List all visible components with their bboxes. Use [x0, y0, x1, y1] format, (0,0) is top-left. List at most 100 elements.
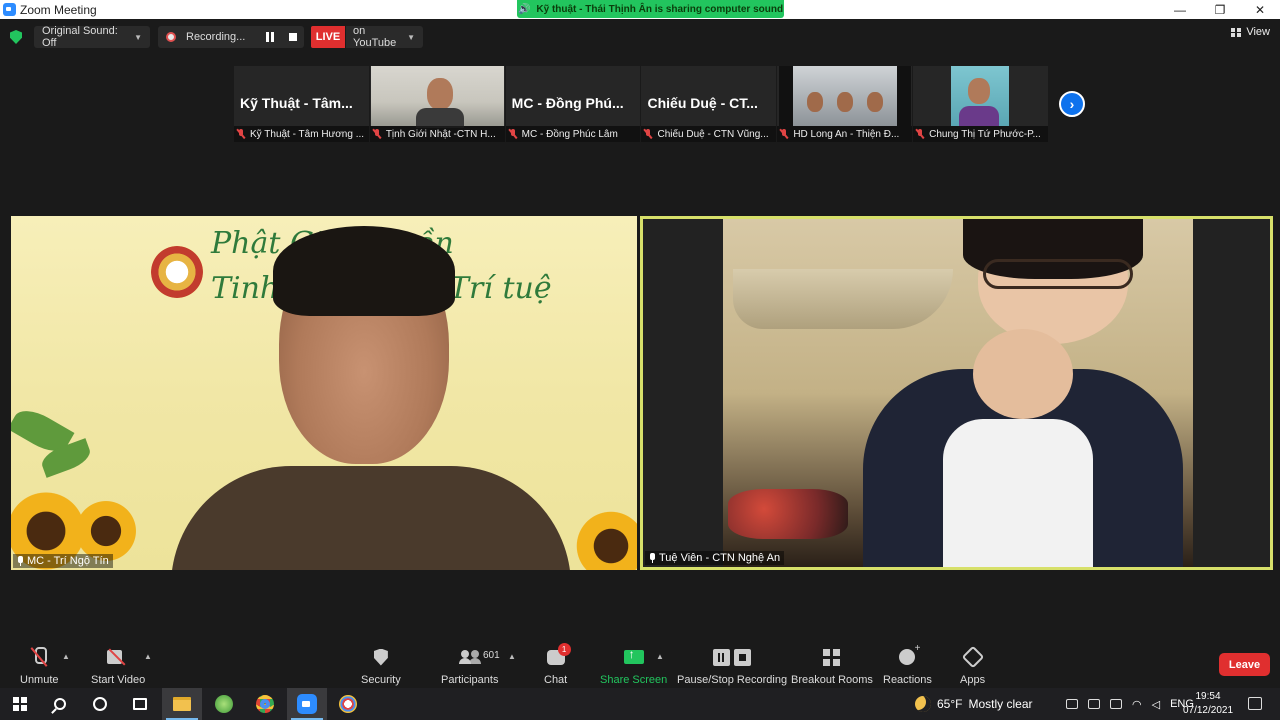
participant-caption-text: Chiếu Duệ - CTN Vũng... [657, 128, 769, 140]
sharing-sound-banner[interactable]: 🔊 Kỹ thuật - Thái Thịnh Ân is sharing co… [517, 0, 784, 18]
presenter-body [171, 466, 571, 570]
maximize-button[interactable]: ❐ [1200, 0, 1240, 19]
mic-muted-icon [32, 647, 48, 667]
participant-thumbnail[interactable]: Tịnh Giới Nhật -CTN H... [369, 66, 505, 142]
mic-muted-icon [373, 129, 381, 139]
weather-widget[interactable]: 65°F Mostly clear [915, 688, 1033, 720]
chevron-down-icon: ▼ [407, 32, 415, 42]
participants-button[interactable]: 601 Participants [441, 646, 500, 686]
original-sound-dropdown[interactable]: Original Sound: Off ▼ [34, 25, 150, 49]
window-controls: — ❐ ✕ [1160, 0, 1280, 19]
unmute-button[interactable]: Unmute [20, 646, 59, 686]
chevron-right-icon: › [1069, 96, 1075, 112]
share-screen-label: Share Screen [600, 674, 668, 686]
system-tray: ◠ ◁ ENG [1066, 688, 1194, 720]
video-options-chevron-icon[interactable]: ▲ [144, 652, 152, 661]
participant-video [370, 66, 504, 128]
chevron-down-icon: ▼ [134, 32, 142, 42]
notifications-icon[interactable] [1248, 697, 1262, 710]
participant-thumbnail[interactable]: Chiếu Duệ - CT... Chiếu Duệ - CTN Vũng..… [641, 66, 777, 142]
clock-time: 19:54 [1195, 691, 1221, 702]
video-tile-label: MC - Trí Ngộ Tín [13, 554, 113, 568]
leave-button[interactable]: Leave [1219, 653, 1270, 676]
mic-icon [649, 553, 656, 563]
taskbar-zoom[interactable] [287, 688, 327, 720]
next-page-button[interactable]: › [1059, 91, 1085, 117]
participants-chevron-icon[interactable]: ▲ [508, 652, 516, 661]
share-options-chevron-icon[interactable]: ▲ [656, 652, 664, 661]
minimize-button[interactable]: — [1160, 0, 1200, 19]
breakout-rooms-button[interactable]: Breakout Rooms [791, 646, 873, 686]
view-button[interactable]: View [1231, 26, 1270, 38]
gallery-view-icon [1231, 27, 1242, 37]
security-button[interactable]: Security [361, 646, 401, 686]
stop-icon [734, 648, 752, 666]
start-video-label: Start Video [91, 674, 146, 686]
tray-icon[interactable] [1088, 699, 1100, 709]
audio-options-chevron-icon[interactable]: ▲ [62, 652, 70, 661]
apps-icon [961, 645, 984, 669]
video-tile-active-speaker[interactable]: Tuệ Viên - CTN Nghệ An [640, 216, 1273, 570]
weather-desc: Mostly clear [968, 697, 1033, 711]
presenter-hair [273, 226, 455, 316]
pause-recording-icon[interactable] [266, 32, 274, 42]
lotus-logo-icon [151, 246, 203, 298]
taskbar-paint[interactable] [328, 688, 368, 720]
record-dot-icon [166, 32, 176, 42]
banner-text-line2: Tinh [211, 271, 280, 306]
mic-icon [17, 556, 24, 566]
battery-icon[interactable] [1110, 699, 1122, 709]
encryption-shield-icon[interactable] [10, 30, 22, 44]
participants-icon [458, 650, 481, 664]
meeting-controls-toolbar: Unmute ▲ Start Video ▲ Security 601 Part… [0, 640, 1280, 688]
speaker-hand [973, 329, 1073, 419]
participant-thumbnail[interactable]: Chung Thị Tứ Phước-P... [913, 66, 1048, 142]
participant-thumbnail[interactable]: MC - Đồng Phú... MC - Đồng Phúc Lâm [505, 66, 641, 142]
participant-caption-text: MC - Đồng Phúc Lâm [521, 128, 618, 140]
participant-name-large: Chiếu Duệ - CT... [647, 95, 758, 111]
unmute-label: Unmute [20, 674, 59, 686]
chrome-icon [256, 695, 274, 713]
chat-button[interactable]: 1 Chat [544, 642, 571, 686]
cortana-button[interactable] [80, 688, 120, 720]
start-video-button[interactable]: Start Video [91, 646, 145, 686]
moon-icon [915, 696, 931, 712]
participant-thumbnail[interactable]: Kỹ Thuật - Tâm... Kỹ Thuật - Tâm Hương .… [234, 66, 369, 142]
close-button[interactable]: ✕ [1240, 0, 1280, 19]
chat-icon: 1 [546, 642, 571, 665]
taskbar-clock[interactable]: 19:54 07/12/2021 [1178, 690, 1238, 718]
cortana-icon [93, 697, 107, 711]
participant-caption: Kỹ Thuật - Tâm Hương ... [234, 126, 369, 142]
participant-caption-text: Tịnh Giới Nhật -CTN H... [385, 128, 496, 140]
taskbar-app-green[interactable] [204, 688, 244, 720]
participant-name-large: MC - Đồng Phú... [511, 95, 624, 111]
apps-button[interactable]: Apps [960, 645, 985, 686]
stop-recording-icon[interactable] [289, 33, 297, 41]
paint-icon [339, 695, 357, 713]
live-target-label: on YouTube [353, 25, 397, 49]
wifi-icon[interactable]: ◠ [1132, 698, 1142, 711]
folder-icon [173, 697, 191, 711]
windows-taskbar: 65°F Mostly clear ◠ ◁ ENG 19:54 07/12/20… [0, 688, 1280, 720]
reactions-button[interactable]: Reactions [883, 643, 932, 686]
security-label: Security [361, 674, 401, 686]
curtain [733, 269, 953, 329]
chat-unread-badge: 1 [557, 642, 571, 656]
search-icon [54, 698, 66, 710]
taskbar-file-explorer[interactable] [162, 688, 202, 720]
participant-thumbnail[interactable]: HD Long An - Thiện Đ... [777, 66, 913, 142]
tray-icon[interactable] [1066, 699, 1078, 709]
participants-label: Participants [441, 674, 499, 686]
pause-stop-recording-button[interactable]: Pause/Stop Recording [677, 646, 787, 686]
task-view-button[interactable] [120, 688, 160, 720]
participant-thumbnail-strip: Kỹ Thuật - Tâm... Kỹ Thuật - Tâm Hương .… [234, 66, 1048, 142]
volume-icon[interactable]: ◁ [1152, 698, 1160, 711]
video-tile-label-text: MC - Trí Ngộ Tín [27, 555, 109, 567]
live-target-dropdown[interactable]: on YouTube ▼ [346, 25, 423, 49]
start-button[interactable] [0, 688, 40, 720]
search-button[interactable] [40, 688, 80, 720]
participant-video [951, 66, 1010, 126]
recording-indicator: Recording... [158, 26, 304, 48]
video-tile-mc[interactable]: Phật Gi ền Tinh Trí tuệ MC - Trí Ngộ Tín [11, 216, 637, 570]
taskbar-chrome[interactable] [245, 688, 285, 720]
